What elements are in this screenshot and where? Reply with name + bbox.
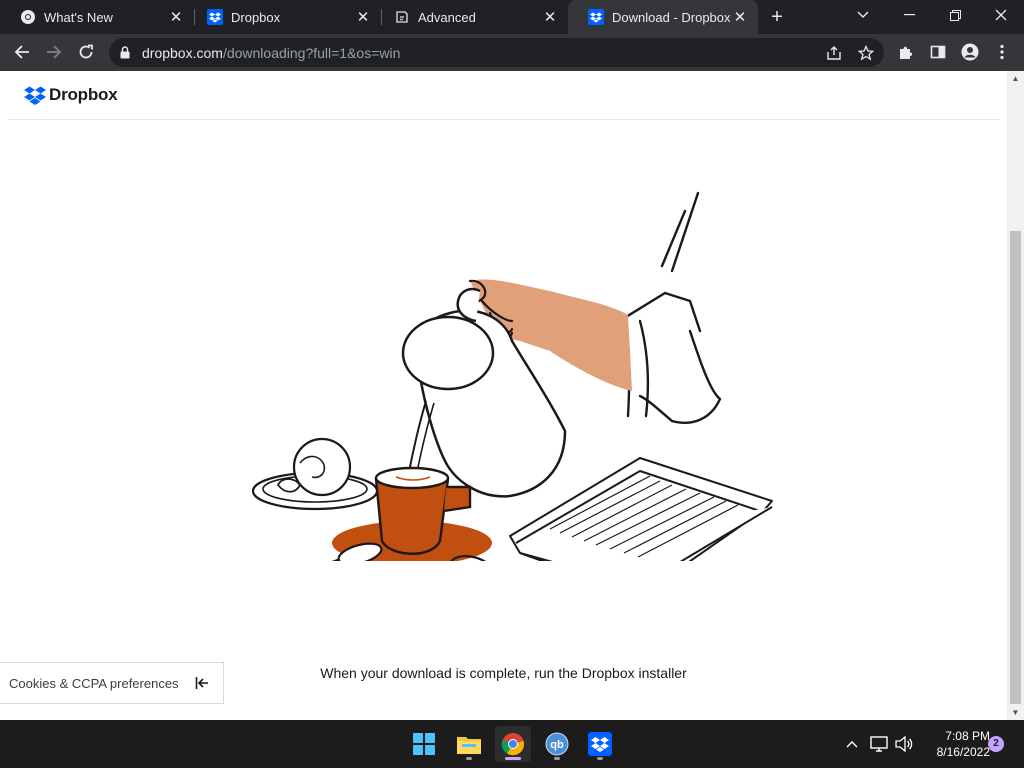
puzzle-icon (900, 46, 913, 59)
logo-wordmark: Dropbox (49, 85, 118, 104)
chrome-icon (501, 733, 525, 756)
lock-icon[interactable] (120, 46, 130, 59)
tab-title: Download - Dropbox (612, 9, 730, 25)
running-indicator (505, 757, 521, 760)
url-text[interactable]: dropbox.com/downloading?full=1&os=win (142, 45, 400, 61)
restore-button[interactable] (932, 0, 978, 30)
taskbar-dropbox[interactable] (582, 726, 618, 762)
back-arrow-icon (14, 45, 29, 59)
volume-icon[interactable] (894, 732, 914, 756)
profile-icon (961, 43, 979, 61)
address-bar[interactable]: dropbox.com/downloading?full=1&os=win (109, 38, 884, 67)
tab-title: Advanced (418, 9, 476, 25)
close-window-button[interactable] (978, 0, 1024, 30)
settings-site-icon (394, 9, 410, 25)
taskbar-file-explorer[interactable] (451, 726, 487, 762)
scroll-up-arrow[interactable]: ▲ (1007, 71, 1024, 86)
cookies-preferences-banner[interactable]: Cookies & CCPA preferences (0, 662, 224, 704)
running-indicator (466, 757, 472, 760)
browser-toolbar: dropbox.com/downloading?full=1&os=win (0, 34, 1024, 71)
cookies-link[interactable]: Cookies & CCPA preferences (9, 676, 189, 691)
show-hidden-icons-button[interactable] (843, 732, 861, 756)
tab-title: What's New (44, 9, 113, 25)
tab-whats-new[interactable]: What's New ✕ (0, 0, 194, 34)
new-tab-button[interactable]: + (766, 6, 788, 28)
extensions-button[interactable] (893, 39, 919, 65)
restore-icon (949, 9, 961, 21)
dropbox-icon (207, 9, 223, 25)
coffee-pour-illustration (251, 191, 773, 561)
windows-taskbar: qb 7:08 PM 8/16/2022 (0, 720, 1024, 768)
share-icon[interactable] (825, 44, 843, 62)
tab-advanced[interactable]: Advanced ✕ (374, 0, 568, 34)
minimize-button[interactable] (886, 0, 932, 30)
reload-icon (79, 44, 93, 59)
running-indicator (554, 757, 560, 760)
start-button[interactable] (406, 726, 442, 762)
clock-time: 7:08 PM (945, 729, 990, 743)
tab-download-dropbox[interactable]: Download - Dropbox ✕ (568, 0, 758, 34)
dropbox-logo[interactable]: Dropbox (24, 85, 118, 105)
forward-arrow-icon (47, 45, 62, 59)
close-icon[interactable]: ✕ (353, 7, 373, 27)
dropbox-icon (24, 86, 46, 105)
dropbox-icon (588, 732, 612, 756)
profile-button[interactable] (957, 39, 983, 65)
chrome-icon (20, 9, 36, 25)
system-clock[interactable]: 7:08 PM 8/16/2022 (918, 728, 990, 760)
page-content: Dropbox When your download is complete, … (0, 71, 1007, 720)
taskbar-qbittorrent[interactable]: qb (539, 726, 575, 762)
qbittorrent-letters: qb (550, 739, 564, 751)
collapse-button[interactable] (189, 670, 215, 696)
back-button[interactable] (9, 39, 35, 65)
taskbar-chrome[interactable] (495, 726, 531, 762)
tab-dropbox[interactable]: Dropbox ✕ (187, 0, 381, 34)
chevron-down-icon (857, 11, 869, 18)
header-divider (8, 119, 1000, 120)
network-icon[interactable] (869, 732, 889, 756)
side-panel-icon (930, 45, 946, 59)
menu-button[interactable] (989, 39, 1015, 65)
tab-title: Dropbox (231, 9, 281, 25)
clock-date: 8/16/2022 (936, 745, 990, 759)
dropbox-icon (588, 9, 604, 25)
running-indicator (597, 757, 603, 760)
url-path: /downloading?full=1&os=win (222, 45, 401, 61)
close-icon (995, 9, 1007, 21)
bookmark-star-icon[interactable] (857, 44, 875, 62)
file-explorer-icon (457, 737, 481, 754)
close-icon[interactable]: ✕ (540, 7, 560, 27)
tab-strip: What's New ✕ Dropbox ✕ Advanced ✕ Downlo… (0, 0, 1024, 34)
close-icon[interactable]: ✕ (166, 7, 186, 27)
notification-badge[interactable]: 2 (988, 736, 1004, 752)
forward-button[interactable] (41, 39, 67, 65)
collapse-left-icon (195, 677, 208, 689)
reload-button[interactable] (73, 39, 99, 65)
tab-search-button[interactable] (840, 0, 886, 30)
windows-start-icon (413, 733, 435, 755)
qbittorrent-icon: qb (545, 732, 569, 756)
url-host: dropbox.com (142, 45, 223, 61)
scroll-down-arrow[interactable]: ▼ (1007, 705, 1024, 720)
chevron-up-icon (846, 741, 858, 748)
scrollbar-thumb[interactable] (1010, 231, 1021, 704)
side-panel-button[interactable] (925, 39, 951, 65)
minimize-icon (903, 14, 915, 16)
kebab-menu-icon (1000, 44, 1004, 60)
close-icon[interactable]: ✕ (730, 7, 750, 27)
